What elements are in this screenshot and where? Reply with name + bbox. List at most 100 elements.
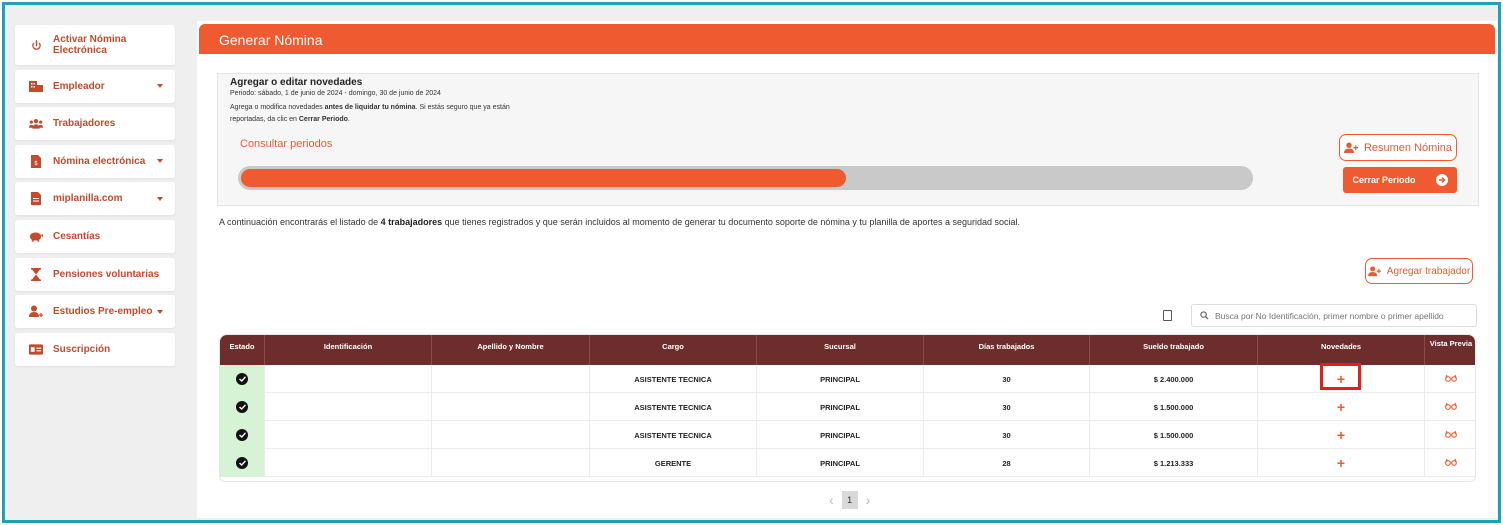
search-input[interactable]: [1215, 310, 1465, 321]
add-novedad-icon[interactable]: +: [1337, 428, 1345, 442]
chevron-right-icon[interactable]: ›: [866, 492, 871, 508]
users-icon: [29, 117, 43, 131]
sidebar-item-pensiones-voluntarias[interactable]: Pensiones voluntarias: [15, 257, 175, 291]
estado-cell: [220, 393, 265, 421]
check-circle-icon: [236, 429, 248, 441]
chevron-down-icon: [157, 309, 163, 314]
table-row: ASISTENTE TECNICA PRINCIPAL 30 $ 1.500.0…: [220, 421, 1475, 449]
sueldo-cell: $ 2.400.000: [1090, 365, 1258, 393]
glasses-icon[interactable]: [1445, 430, 1457, 440]
cargo-cell: ASISTENTE TECNICA: [590, 393, 757, 421]
vista-previa-cell: [1425, 365, 1475, 393]
table-row: GERENTE PRINCIPAL 28 $ 1.213.333 +: [220, 449, 1475, 477]
document-icon: $: [29, 154, 43, 168]
check-circle-icon: [236, 401, 248, 413]
glasses-icon[interactable]: [1445, 374, 1457, 384]
sidebar-item-miplanilla[interactable]: miplanilla.com: [15, 182, 175, 216]
periodo-text: Periodo: sábado, 1 de junio de 2024 - do…: [230, 90, 441, 97]
check-circle-icon: [236, 457, 248, 469]
sidebar-item-label: Activar Nómina Electrónica: [53, 34, 127, 56]
sidebar-item-label: Empleador: [53, 80, 105, 92]
page-header: Generar Nómina: [199, 24, 1495, 54]
sidebar-item-label: Pensiones voluntarias: [53, 268, 160, 280]
dias-cell: 28: [924, 449, 1090, 477]
chevron-down-icon: [157, 84, 163, 89]
cargo-cell: GERENTE: [590, 449, 757, 477]
sidebar-item-nomina-electronica[interactable]: $ Nómina electrónica: [15, 144, 175, 178]
progress-fill: [241, 169, 846, 187]
identificacion-cell: [265, 421, 432, 449]
svg-text:$: $: [34, 160, 38, 167]
cerrar-periodo-label: Cerrar Periodo: [1352, 175, 1416, 185]
agregar-trabajador-button[interactable]: Agregar trabajador: [1365, 258, 1473, 284]
cargo-cell: ASISTENTE TECNICA: [590, 365, 757, 393]
sidebar-item-label: Nómina electrónica: [53, 155, 146, 167]
sidebar-item-trabajadores[interactable]: Trabajadores: [15, 107, 175, 141]
novedades-cell: +: [1258, 393, 1425, 421]
chevron-down-icon: [157, 159, 163, 164]
col-sueldo-trabajado: Sueldo trabajado: [1090, 335, 1258, 365]
instructions-text: Agrega o modifica novedades antes de liq…: [230, 104, 510, 123]
novedades-panel: Agregar o editar novedades Periodo: sába…: [217, 73, 1479, 206]
identificacion-cell: [265, 365, 432, 393]
table-row: ASISTENTE TECNICA PRINCIPAL 30 $ 2.400.0…: [220, 365, 1475, 393]
glasses-icon[interactable]: [1445, 402, 1457, 412]
chevron-down-icon: [157, 196, 163, 201]
col-sucursal: Sucursal: [757, 335, 924, 365]
novedades-cell: +: [1258, 449, 1425, 477]
agregar-trabajador-label: Agregar trabajador: [1386, 265, 1471, 277]
sidebar-item-estudios-pre-empleo[interactable]: Estudios Pre-empleo: [15, 295, 175, 329]
cargo-cell: ASISTENTE TECNICA: [590, 421, 757, 449]
sidebar-item-label: Trabajadores: [53, 118, 116, 130]
add-novedad-icon[interactable]: +: [1337, 456, 1345, 470]
sidebar-item-activar-nomina[interactable]: Activar Nómina Electrónica: [15, 25, 175, 65]
id-card-icon: [29, 342, 43, 356]
user-plus-icon: [29, 305, 43, 319]
sucursal-cell: PRINCIPAL: [757, 421, 924, 449]
workers-table: Estado Identificación Apellido y Nombre …: [219, 334, 1476, 482]
col-identificacion: Identificación: [265, 335, 432, 365]
screenshot-frame: Activar Nómina Electrónica Empleador Tra…: [2, 2, 1501, 523]
vista-previa-cell: [1425, 421, 1475, 449]
check-circle-icon: [236, 373, 248, 385]
identificacion-cell: [265, 449, 432, 477]
col-dias-trabajados: Días trabajados: [924, 335, 1090, 365]
hourglass-icon: [29, 267, 43, 281]
novedades-cell: +: [1258, 421, 1425, 449]
page-number[interactable]: 1: [841, 491, 858, 509]
highlight-box: [1320, 363, 1361, 390]
search-icon: [1200, 307, 1209, 325]
power-icon: [29, 38, 43, 52]
sidebar-item-cesantias[interactable]: Cesantías: [15, 219, 175, 253]
excel-export-icon[interactable]: [1163, 310, 1172, 321]
pagination: ‹ 1 ›: [821, 491, 878, 509]
workers-description: A continuación encontrarás el listado de…: [219, 217, 1020, 227]
dias-cell: 30: [924, 393, 1090, 421]
resumen-nomina-button[interactable]: Resumen Nómina: [1339, 134, 1457, 161]
period-progress-bar: [238, 166, 1253, 190]
arrow-right-icon: [1435, 174, 1448, 186]
sidebar-item-suscripcion[interactable]: Suscripción: [15, 332, 175, 366]
sidebar-item-label: Suscripción: [53, 343, 111, 355]
file-icon: [29, 192, 43, 206]
consultar-periodos-link[interactable]: Consultar periodos: [240, 138, 332, 150]
col-estado: Estado: [220, 335, 265, 365]
sidebar-item-empleador[interactable]: Empleador: [15, 69, 175, 103]
col-apellido-nombre: Apellido y Nombre: [432, 335, 590, 365]
sidebar-item-label: Estudios Pre-empleo: [53, 306, 153, 318]
identificacion-cell: [265, 393, 432, 421]
cerrar-periodo-button[interactable]: Cerrar Periodo: [1343, 167, 1457, 193]
main-panel: Generar Nómina Agregar o editar novedade…: [197, 21, 1497, 518]
panel-heading: Agregar o editar novedades: [230, 77, 363, 88]
building-icon: [29, 79, 43, 93]
table-header: Estado Identificación Apellido y Nombre …: [220, 335, 1475, 365]
vista-previa-cell: [1425, 449, 1475, 477]
glasses-icon[interactable]: [1445, 458, 1457, 468]
nombre-cell: [432, 421, 590, 449]
col-vista-previa: Vista Previa: [1429, 339, 1473, 348]
add-novedad-icon[interactable]: +: [1337, 400, 1345, 414]
sueldo-cell: $ 1.213.333: [1090, 449, 1258, 477]
nombre-cell: [432, 365, 590, 393]
chevron-left-icon[interactable]: ‹: [829, 492, 834, 508]
dias-cell: 30: [924, 365, 1090, 393]
